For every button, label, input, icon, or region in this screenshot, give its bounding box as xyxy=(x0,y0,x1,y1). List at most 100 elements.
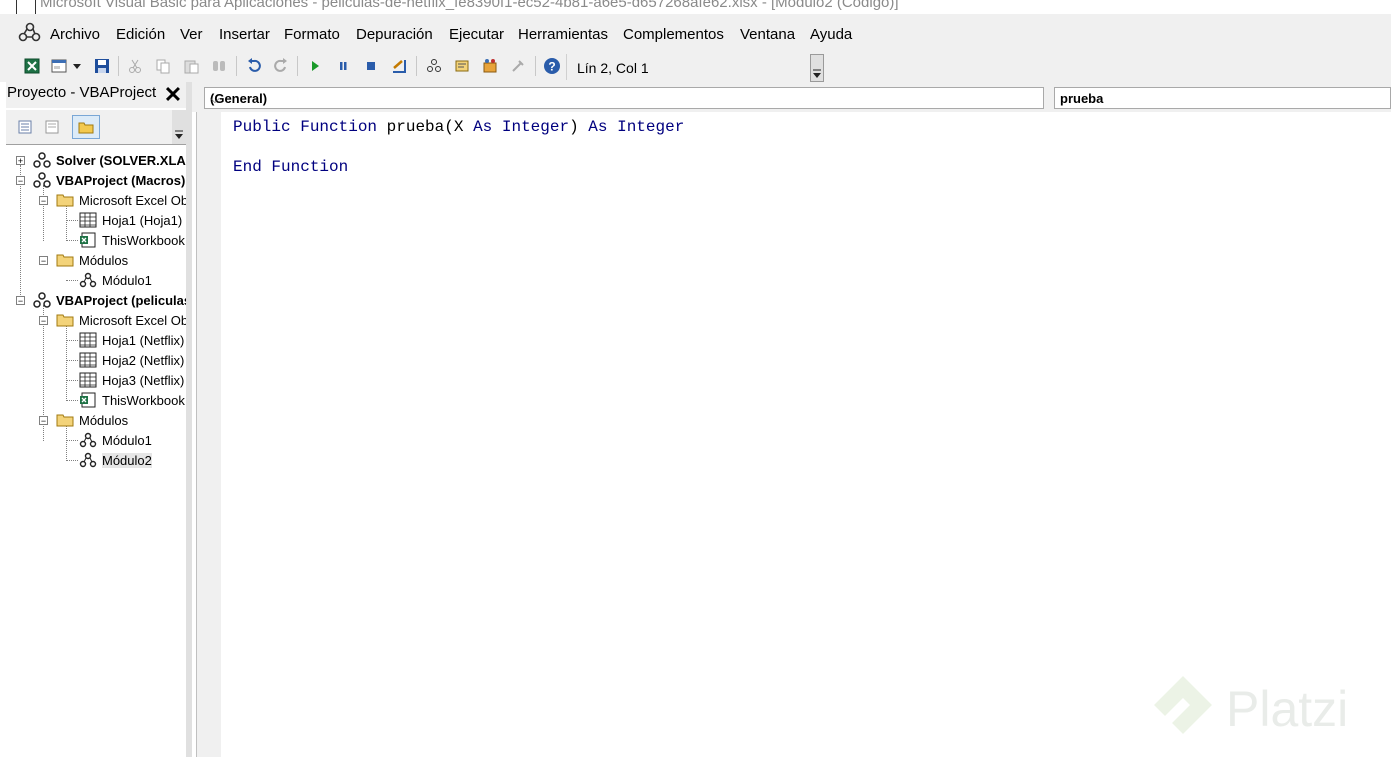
tree-item-hoja2-netflix[interactable]: Hoja2 (Netflix) xyxy=(79,350,184,370)
folder-icon xyxy=(56,314,74,327)
toolbox-icon[interactable] xyxy=(508,56,528,76)
expand-toggle[interactable]: + xyxy=(16,156,25,166)
tree-item-vbaproject-peliculas[interactable]: VBAProject (peliculas) xyxy=(33,290,186,310)
worksheet-icon xyxy=(79,212,97,228)
reset-icon[interactable] xyxy=(361,56,381,76)
module-icon xyxy=(79,432,97,448)
collapse-toggle[interactable]: − xyxy=(16,176,25,186)
paste-icon[interactable] xyxy=(181,56,201,76)
vba-project-icon[interactable] xyxy=(18,22,42,49)
tree-item-modulo1[interactable]: Módulo1 xyxy=(79,430,152,450)
tree-item-excel-objects[interactable]: Microsoft Excel Objetos xyxy=(56,310,186,330)
collapse-toggle[interactable]: − xyxy=(39,256,48,266)
tree-item-excel-objects[interactable]: Microsoft Excel Objetos xyxy=(56,190,186,210)
redo-icon[interactable] xyxy=(271,56,291,76)
tree-item-label: Módulo1 xyxy=(102,272,152,288)
collapse-toggle[interactable]: − xyxy=(16,296,25,306)
toolbar-separator xyxy=(535,56,536,76)
keyword: As Integer xyxy=(588,118,685,136)
module-icon xyxy=(79,452,97,468)
code-line-2: End Function xyxy=(233,158,349,176)
menu-edicion[interactable]: Edición xyxy=(116,26,165,43)
menu-ejecutar[interactable]: Ejecutar xyxy=(449,26,504,43)
tree-item-thisworkbook[interactable]: ThisWorkbook xyxy=(79,390,185,410)
menu-archivo[interactable]: Archivo xyxy=(50,26,100,43)
code-combo-bar: (General) ⌵ prueba xyxy=(192,82,1391,112)
module-icon xyxy=(79,272,97,288)
tree-item-label: Hoja1 (Hoja1) xyxy=(102,212,183,228)
tree-item-modulos[interactable]: Módulos xyxy=(56,410,128,430)
menu-formato[interactable]: Formato xyxy=(284,26,340,43)
toggle-folders-icon[interactable] xyxy=(72,115,100,139)
undo-icon[interactable] xyxy=(244,56,264,76)
tree-item-hoja1[interactable]: Hoja1 (Hoja1) xyxy=(79,210,182,230)
project-tree: + − − − − − − Solver (SOLVER.XLAM) VBAPr… xyxy=(6,144,186,758)
properties-icon[interactable] xyxy=(452,56,472,76)
toolbar-options-button[interactable] xyxy=(810,54,824,82)
tree-connector xyxy=(43,185,44,241)
tree-item-label-selected: Módulo2 xyxy=(102,452,152,468)
cut-icon[interactable] xyxy=(125,56,145,76)
tree-item-label: Módulo1 xyxy=(102,432,152,448)
object-browser-icon[interactable] xyxy=(480,56,500,76)
code-line-1: Public Function prueba(X As Integer) As … xyxy=(233,118,684,136)
menu-depuracion[interactable]: Depuración xyxy=(356,26,433,43)
chevron-down-icon[interactable] xyxy=(70,56,84,76)
tree-item-solver[interactable]: Solver (SOLVER.XLAM) xyxy=(33,150,186,170)
toolbar-separator xyxy=(236,56,237,76)
toolbar-options-button[interactable] xyxy=(172,110,186,144)
help-icon[interactable]: ? xyxy=(542,56,562,76)
collapse-toggle[interactable]: − xyxy=(39,316,48,326)
tree-connector xyxy=(66,280,78,281)
menu-herramientas[interactable]: Herramientas xyxy=(518,26,608,43)
worksheet-icon xyxy=(79,372,97,388)
standard-toolbar: ? Lín 2, Col 1 xyxy=(0,52,1391,82)
tree-item-hoja3-netflix[interactable]: Hoja3 (Netflix) xyxy=(79,370,184,390)
menu-complementos[interactable]: Complementos xyxy=(623,26,724,43)
run-icon[interactable] xyxy=(305,56,325,76)
save-icon[interactable] xyxy=(92,56,112,76)
menu-bar: Archivo Edición Ver Insertar Formato Dep… xyxy=(0,14,1391,52)
tree-item-modulo2[interactable]: Módulo2 xyxy=(79,450,152,470)
tree-item-hoja1-netflix[interactable]: Hoja1 (Netflix) xyxy=(79,330,184,350)
view-code-icon[interactable] xyxy=(15,117,35,137)
tree-item-modulo1[interactable]: Módulo1 xyxy=(79,270,152,290)
view-object-icon[interactable] xyxy=(42,117,62,137)
copy-icon[interactable] xyxy=(153,56,173,76)
project-explorer-icon[interactable] xyxy=(424,56,444,76)
tree-item-modulos[interactable]: Módulos xyxy=(56,250,128,270)
collapse-toggle[interactable]: − xyxy=(39,416,48,426)
menu-ventana[interactable]: Ventana xyxy=(740,26,795,43)
menu-ver[interactable]: Ver xyxy=(180,26,203,43)
tree-item-label: Microsoft Excel Objetos xyxy=(79,192,186,208)
procedure-dropdown[interactable]: prueba xyxy=(1054,87,1391,109)
close-icon[interactable]: ✕ xyxy=(162,84,184,106)
insert-userform-icon[interactable] xyxy=(49,56,69,76)
function-name: prueba xyxy=(386,118,445,136)
collapse-toggle[interactable]: − xyxy=(39,196,48,206)
tree-connector xyxy=(66,205,67,241)
workbook-icon xyxy=(80,392,96,408)
title-bar: Microsoft Visual Basic para Aplicaciones… xyxy=(0,0,1391,14)
tree-connector xyxy=(66,360,78,361)
break-icon[interactable] xyxy=(333,56,353,76)
worksheet-icon xyxy=(79,352,97,368)
tree-item-vbaproject-macros[interactable]: VBAProject (Macros) xyxy=(33,170,185,190)
code-margin-indicator-bar[interactable] xyxy=(196,112,222,757)
code-editor[interactable]: Public Function prueba(X As Integer) As … xyxy=(221,112,1391,757)
object-dropdown[interactable]: (General) ⌵ xyxy=(204,87,1044,109)
code-text: (X xyxy=(444,118,464,136)
menu-insertar[interactable]: Insertar xyxy=(219,26,270,43)
tree-connector xyxy=(66,220,78,221)
design-mode-icon[interactable] xyxy=(389,56,409,76)
tree-item-label: Módulos xyxy=(79,412,129,428)
app-icon xyxy=(16,0,36,14)
tree-connector xyxy=(66,240,78,241)
find-icon[interactable] xyxy=(209,56,229,76)
tree-item-thisworkbook[interactable]: ThisWorkbook xyxy=(79,230,185,250)
vba-project-icon xyxy=(33,292,51,308)
view-excel-icon[interactable] xyxy=(22,56,42,76)
menu-ayuda[interactable]: Ayuda xyxy=(810,26,852,43)
tree-item-label: ThisWorkbook xyxy=(102,232,185,248)
tree-item-label: VBAProject (peliculas) xyxy=(56,292,186,308)
